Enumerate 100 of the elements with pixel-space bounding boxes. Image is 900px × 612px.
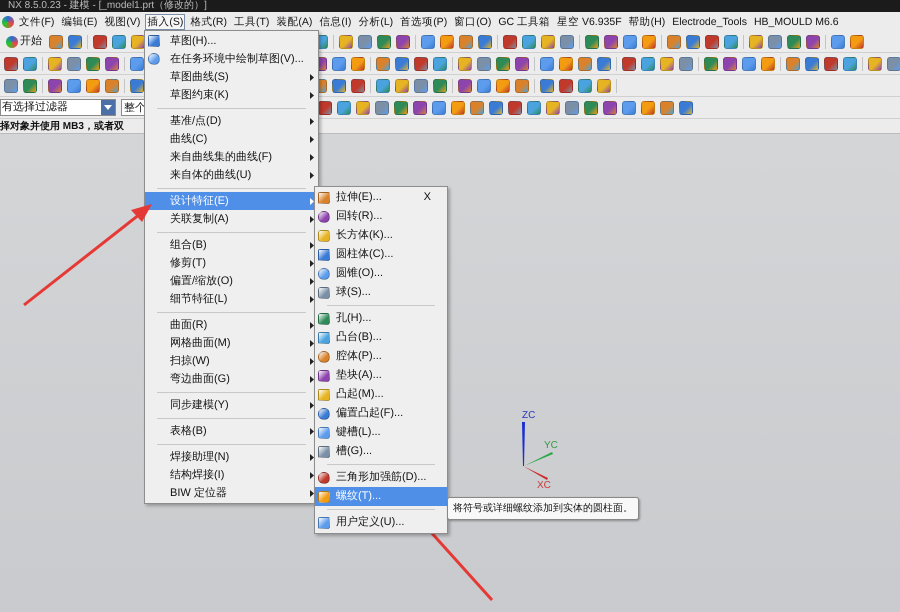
toolbar-icon[interactable] [686,34,700,48]
toolbar-icon[interactable] [105,56,119,70]
toolbar-icon[interactable] [496,56,510,70]
toolbar-icon[interactable] [578,56,592,70]
menu-item[interactable]: 装配(A) [274,14,314,30]
menu-entry[interactable]: BIW 定位器 [145,484,318,502]
menu-item[interactable]: 编辑(E) [59,14,100,30]
toolbar-icon[interactable] [470,100,484,114]
menu-entry[interactable]: 孔(H)... [315,309,447,328]
toolbar-icon[interactable] [23,78,37,92]
menu-entry[interactable]: 拉伸(E)... X [315,188,447,207]
menu-entry[interactable]: 键槽(L)... [315,423,447,442]
menu-item[interactable]: Electrode_Tools [670,14,749,30]
toolbar-icon[interactable] [356,100,370,114]
menu-entry[interactable]: 腔体(P)... [315,347,447,366]
toolbar-icon[interactable] [868,56,882,70]
toolbar-icon[interactable] [459,34,473,48]
toolbar-icon[interactable] [86,78,100,92]
toolbar-icon[interactable] [546,100,560,114]
toolbar-icon[interactable] [560,34,574,48]
toolbar-icon[interactable] [458,56,472,70]
toolbar-icon[interactable] [622,56,636,70]
toolbar-icon[interactable] [578,78,592,92]
menu-entry[interactable]: 组合(B) [145,236,318,254]
toolbar-icon[interactable] [396,34,410,48]
menu-entry[interactable]: 用户定义(U)... [315,513,447,532]
toolbar-icon[interactable] [503,34,517,48]
menu-item[interactable]: 首选项(P) [398,14,450,30]
toolbar-icon[interactable] [339,34,353,48]
menu-entry[interactable]: 扫掠(W) [145,352,318,370]
toolbar-icon[interactable] [332,78,346,92]
menu-entry[interactable]: 来自曲线集的曲线(F) [145,148,318,166]
menu-entry[interactable]: 槽(G)... [315,442,447,461]
toolbar-icon[interactable] [667,34,681,48]
toolbar-icon[interactable] [440,34,454,48]
toolbar-icon[interactable] [540,56,554,70]
toolbar-icon[interactable] [451,100,465,114]
toolbar-icon[interactable] [477,56,491,70]
toolbar-icon[interactable] [584,100,598,114]
toolbar-icon[interactable] [4,56,18,70]
toolbar-icon[interactable] [337,100,351,114]
menu-entry[interactable]: 在任务环境中绘制草图(V)... [145,50,318,68]
toolbar-icon[interactable] [433,56,447,70]
toolbar-icon[interactable] [112,34,126,48]
toolbar-icon[interactable] [515,56,529,70]
toolbar-icon[interactable] [68,34,82,48]
toolbar-icon[interactable] [761,56,775,70]
menu-item[interactable]: 帮助(H) [626,14,668,30]
toolbar-icon[interactable] [496,78,510,92]
menu-entry[interactable]: 弯边曲面(G) [145,370,318,388]
toolbar-icon[interactable] [559,78,573,92]
toolbar-icon[interactable] [48,56,62,70]
menu-entry[interactable]: 结构焊接(I) [145,466,318,484]
menu-entry[interactable]: 曲面(R) [145,316,318,334]
toolbar-icon[interactable] [831,34,845,48]
toolbar-icon[interactable] [704,56,718,70]
start-button[interactable]: 开始 [4,33,44,50]
menu-entry[interactable]: 关联复制(A) [145,210,318,228]
toolbar-icon[interactable] [604,34,618,48]
toolbar-icon[interactable] [603,100,617,114]
menu-entry[interactable]: 修剪(T) [145,254,318,272]
toolbar-icon[interactable] [48,78,62,92]
menu-item[interactable]: 格式(R) [188,14,229,30]
toolbar-icon[interactable] [395,56,409,70]
menu-entry[interactable]: 三角形加强筋(D)... [315,468,447,487]
toolbar-icon[interactable] [489,100,503,114]
toolbar-icon[interactable] [522,34,536,48]
toolbar-icon[interactable] [540,78,554,92]
menu-entry[interactable]: 草图曲线(S) [145,68,318,86]
toolbar-icon[interactable] [805,56,819,70]
menu-entry[interactable]: 草图(H)... [145,32,318,50]
menu-entry[interactable]: 回转(R)... [315,207,447,226]
toolbar-icon[interactable] [565,100,579,114]
toolbar-icon[interactable] [433,78,447,92]
menu-entry[interactable]: 焊接助理(N) [145,448,318,466]
toolbar-icon[interactable] [4,78,18,92]
toolbar-icon[interactable] [318,100,332,114]
toolbar-icon[interactable] [394,100,408,114]
toolbar-icon[interactable] [679,100,693,114]
toolbar-icon[interactable] [824,56,838,70]
toolbar-icon[interactable] [515,78,529,92]
toolbar-icon[interactable] [332,56,346,70]
menu-entry[interactable]: 圆柱体(C)... [315,245,447,264]
menu-item[interactable]: 窗口(O) [452,14,494,30]
menu-entry[interactable]: 来自体的曲线(U) [145,166,318,184]
toolbar-icon[interactable] [414,78,428,92]
close-mark[interactable]: X [424,189,439,206]
toolbar-icon[interactable] [351,78,365,92]
menu-item[interactable]: GC 工具箱 [496,14,552,30]
toolbar-icon[interactable] [351,56,365,70]
toolbar-icon[interactable] [86,56,100,70]
menu-item[interactable]: 星空 V6.935F [555,14,624,30]
menu-entry[interactable]: 长方体(K)... [315,226,447,245]
toolbar-icon[interactable] [585,34,599,48]
menu-entry[interactable]: 表格(B) [145,422,318,440]
filter-dropdown[interactable]: 有选择过滤器 [0,99,116,116]
toolbar-icon[interactable] [478,34,492,48]
toolbar-icon[interactable] [458,78,472,92]
toolbar-icon[interactable] [843,56,857,70]
menu-entry[interactable]: 偏置凸起(F)... [315,404,447,423]
